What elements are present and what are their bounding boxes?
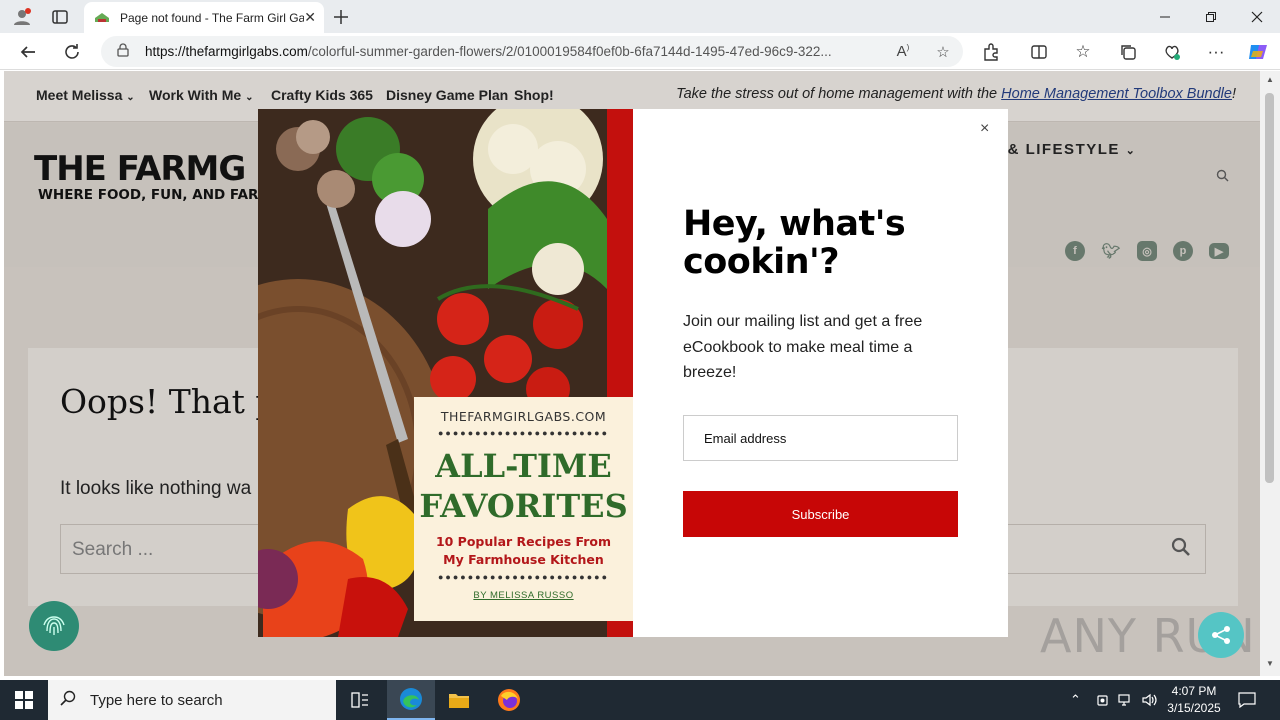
tray-chevron-icon[interactable]: ⌃	[1070, 680, 1081, 720]
url-path: /colorful-summer-garden-flowers/2/010001…	[307, 44, 832, 59]
nav-label: Meet Melissa	[36, 87, 123, 103]
search-placeholder: Search ...	[72, 539, 154, 560]
pinterest-icon[interactable]: p	[1173, 241, 1193, 261]
taskbar-search-input[interactable]: Type here to search	[48, 680, 336, 720]
web-page: Meet Melissa ⌄ Work With Me ⌄ Crafty Kid…	[4, 71, 1260, 676]
url-text: https://thefarmgirlgabs.com/colorful-sum…	[145, 44, 883, 59]
nav-work-with-me[interactable]: Work With Me ⌄	[149, 87, 253, 103]
split-screen-icon[interactable]	[1026, 39, 1052, 65]
meet-now-icon[interactable]	[1096, 680, 1110, 720]
book-author: BY MELISSA RUSSO	[473, 590, 574, 601]
refresh-icon[interactable]	[59, 39, 85, 65]
email-placeholder: Email address	[704, 431, 787, 446]
active-tab[interactable]: Page not found - The Farm Girl Gabs ✕	[84, 2, 324, 33]
windows-start-icon[interactable]	[0, 680, 48, 720]
tab-title: Page not found - The Farm Girl Gabs	[120, 10, 305, 25]
chevron-down-icon: ⌄	[126, 92, 135, 103]
address-toolbar: https://thefarmgirlgabs.com/colorful-sum…	[0, 33, 1280, 70]
nav-label: Work With Me	[149, 87, 242, 103]
volume-icon[interactable]	[1142, 680, 1158, 720]
site-tagline: WHERE FOOD, FUN, AND FARM	[38, 187, 272, 203]
modal-close-icon[interactable]: ×	[980, 120, 989, 138]
newsletter-modal: THEFARMGIRLGABS.COM ●●●●●●●●●●●●●●●●●●●●…	[258, 109, 1008, 637]
task-view-icon[interactable]	[336, 680, 384, 720]
site-logo[interactable]: THE FARMG	[34, 149, 246, 189]
browser-essentials-icon[interactable]	[1159, 39, 1185, 65]
chevron-down-icon: ⌄	[245, 92, 254, 103]
taskbar-search-placeholder: Type here to search	[90, 691, 223, 709]
url-bar[interactable]: https://thefarmgirlgabs.com/colorful-sum…	[101, 36, 963, 67]
promo-end: !	[1231, 86, 1236, 102]
browser-titlebar: Page not found - The Farm Girl Gabs ✕	[0, 0, 1280, 33]
windows-taskbar: Type here to search ⌃ 4:07 PM 3/15/2025	[0, 680, 1280, 720]
edge-taskbar-icon[interactable]	[387, 680, 435, 720]
search-icon[interactable]	[1216, 169, 1229, 185]
firefox-icon[interactable]	[485, 680, 533, 720]
twitter-icon[interactable]: 🐦︎	[1101, 241, 1121, 261]
book-divider: ●●●●●●●●●●●●●●●●●●●●●●●	[437, 572, 610, 582]
url-host: https://thefarmgirlgabs.com	[145, 44, 308, 59]
lock-icon[interactable]	[117, 43, 131, 60]
nav-meet-melissa[interactable]: Meet Melissa ⌄	[36, 87, 135, 103]
search-submit-icon[interactable]	[1171, 537, 1191, 563]
youtube-icon[interactable]: ▶	[1209, 243, 1229, 259]
book-subtitle-line2: My Farmhouse Kitchen	[443, 552, 604, 567]
nav-disney-game-plan[interactable]: Disney Game Plan	[386, 87, 508, 103]
extensions-icon[interactable]	[978, 39, 1004, 65]
maximize-icon[interactable]	[1188, 0, 1234, 33]
promo-link[interactable]: Home Management Toolbox Bundle	[1001, 86, 1232, 102]
network-icon[interactable]	[1118, 680, 1134, 720]
read-aloud-icon[interactable]: A)	[883, 43, 923, 60]
back-icon[interactable]	[15, 39, 41, 65]
modal-description: Join our mailing list and get a free eCo…	[683, 313, 923, 381]
scroll-up-icon[interactable]: ▲	[1266, 75, 1274, 84]
favorites-icon[interactable]: ☆	[1070, 39, 1096, 65]
file-explorer-icon[interactable]	[435, 680, 483, 720]
nav-crafty-kids[interactable]: Crafty Kids 365	[271, 87, 373, 103]
tab-actions-icon[interactable]	[48, 5, 72, 29]
fingerprint-icon[interactable]	[29, 601, 79, 651]
taskbar-clock[interactable]: 4:07 PM 3/15/2025	[1164, 683, 1224, 717]
minimize-icon[interactable]	[1142, 0, 1188, 33]
instagram-icon[interactable]: ◎	[1137, 241, 1157, 261]
favorite-icon[interactable]: ☆	[923, 43, 963, 61]
site-favicon-icon	[95, 12, 109, 22]
modal-heading: Hey, what's cookin'?	[683, 204, 906, 282]
notification-icon[interactable]	[1238, 680, 1256, 720]
cookbook-cover: THEFARMGIRLGABS.COM ●●●●●●●●●●●●●●●●●●●●…	[414, 397, 633, 621]
new-tab-icon[interactable]	[329, 5, 353, 29]
nav-shop[interactable]: Shop!	[514, 87, 554, 103]
book-subtitle-line1: 10 Popular Recipes From	[435, 534, 612, 549]
not-found-message: It looks like nothing wa	[60, 478, 252, 499]
cookbook-promo-image: THEFARMGIRLGABS.COM ●●●●●●●●●●●●●●●●●●●●…	[258, 109, 633, 637]
email-field[interactable]: Email address	[683, 415, 958, 461]
clock-date: 3/15/2025	[1167, 701, 1221, 715]
share-icon[interactable]	[1198, 612, 1244, 658]
facebook-icon[interactable]: f	[1065, 241, 1085, 261]
promo-text: Take the stress out of home management w…	[676, 86, 1236, 102]
book-title-line1: ALL-TIME	[435, 447, 612, 485]
book-site: THEFARMGIRLGABS.COM	[440, 409, 607, 424]
page-scrollbar[interactable]: ▲ ▼	[1260, 71, 1280, 676]
scrollbar-thumb[interactable]	[1265, 93, 1274, 483]
chevron-down-icon: ⌄	[1125, 145, 1137, 157]
book-divider: ●●●●●●●●●●●●●●●●●●●●●●●	[437, 428, 610, 438]
close-icon[interactable]	[1234, 0, 1280, 33]
clock-time: 4:07 PM	[1171, 684, 1217, 698]
search-icon	[60, 690, 76, 711]
collections-icon[interactable]	[1115, 39, 1141, 65]
close-tab-icon[interactable]: ✕	[304, 9, 316, 26]
profile-icon[interactable]	[10, 5, 34, 29]
subscribe-button[interactable]: Subscribe	[683, 491, 958, 537]
promo-lead: Take the stress out of home management w…	[676, 86, 1002, 102]
book-title-line2: FAVORITES	[419, 487, 628, 525]
scroll-down-icon[interactable]: ▼	[1266, 659, 1274, 668]
more-icon[interactable]: ···	[1203, 39, 1229, 65]
copilot-icon[interactable]	[1245, 39, 1271, 65]
